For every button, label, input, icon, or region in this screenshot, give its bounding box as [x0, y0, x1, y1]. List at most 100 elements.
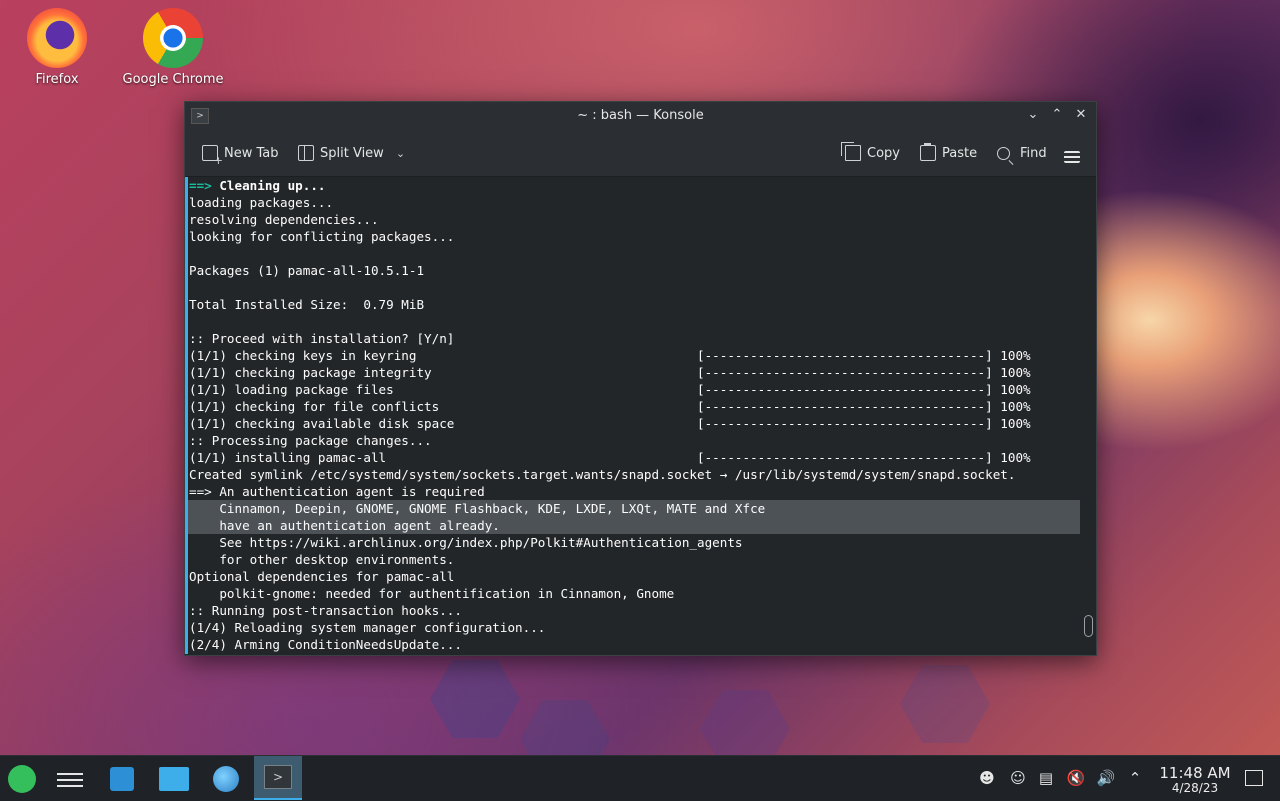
user-icon[interactable]: ☻: [977, 768, 997, 788]
terminal-line-text: resolving dependencies...: [189, 212, 379, 227]
terminal-line: Created symlink /etc/systemd/system/sock…: [188, 466, 1080, 483]
copy-button[interactable]: Copy: [841, 142, 900, 164]
terminal-line-text: (1/1) installing pamac-all [------------…: [189, 450, 1031, 465]
clipboard-icon[interactable]: ▤: [1036, 768, 1056, 788]
terminal-line: (1/1) checking for file conflicts [-----…: [188, 398, 1080, 415]
terminal-line-text: for other desktop environments.: [189, 552, 455, 567]
terminal-icon: >: [264, 765, 292, 789]
store-bag-icon: [110, 767, 134, 791]
maximize-button[interactable]: ⌃: [1048, 106, 1066, 124]
terminal-line-text: Cleaning up...: [211, 178, 326, 193]
terminal-line-text: looking for conflicting packages...: [189, 229, 455, 244]
taskbar: > ☻ ☺ ▤ 🔇 🔊 ⌃ 11:48 AM 4/28/23: [0, 755, 1280, 801]
new-tab-button[interactable]: New Tab: [202, 142, 279, 167]
terminal-line-text: Packages (1) pamac-all-10.5.1-1: [189, 263, 425, 278]
new-tab-icon: [202, 145, 223, 167]
taskbar-file-manager[interactable]: [155, 760, 193, 798]
title-bar[interactable]: > ~ : bash — Konsole ⌄ ⌃ ✕: [185, 102, 1096, 130]
terminal-line: (1/1) checking package integrity [------…: [188, 364, 1080, 381]
taskbar-konsole[interactable]: >: [254, 756, 302, 800]
terminal-line: (1/1) loading package files [-----------…: [188, 381, 1080, 398]
clock[interactable]: 11:48 AM 4/28/23: [1150, 765, 1240, 795]
terminal-output[interactable]: ==> Cleaning up... loading packages... res…: [185, 177, 1080, 654]
terminal-line: resolving dependencies...: [188, 211, 1080, 228]
terminal-line-text: See https://wiki.archlinux.org/index.php…: [189, 535, 743, 550]
terminal-line-text: (1/1) checking keys in keyring [--------…: [189, 348, 1031, 363]
desktop-icon-firefox[interactable]: Firefox: [2, 2, 112, 87]
terminal-line: ==> An authentication agent is required: [188, 483, 1080, 500]
terminal-line: (1/1) checking keys in keyring [--------…: [188, 347, 1080, 364]
paste-icon: [920, 143, 936, 161]
users-icon[interactable]: ☺: [1008, 768, 1028, 788]
taskbar-settings-manager[interactable]: [51, 760, 89, 798]
terminal-line: loading packages...: [188, 194, 1080, 211]
terminal-line: (1/4) Reloading system manager configura…: [188, 619, 1080, 636]
terminal-line-text: Total Installed Size: 0.79 MiB: [189, 297, 425, 312]
terminal-line-text: Created symlink /etc/systemd/system/sock…: [189, 467, 1016, 482]
find-button[interactable]: Find: [997, 142, 1047, 164]
terminal-line: looking for conflicting packages...: [188, 228, 1080, 245]
find-label: Find: [1020, 145, 1047, 161]
desktop-icon-label: Google Chrome: [122, 72, 224, 87]
taskbar-software-store[interactable]: [103, 760, 141, 798]
wallpaper-hex: [900, 665, 990, 743]
terminal-line-text: loading packages...: [189, 195, 334, 210]
taskbar-browser[interactable]: [207, 760, 245, 798]
copy-label: Copy: [867, 145, 900, 161]
speaker-muted-icon[interactable]: 🔇: [1066, 768, 1086, 788]
terminal-line-text: :: Proceed with installation? [Y/n]: [189, 331, 455, 346]
split-view-icon: [298, 145, 314, 161]
terminal-line-text: ==> An authentication agent is required: [189, 484, 485, 499]
terminal-line-text: (1/1) loading package files [-----------…: [189, 382, 1031, 397]
terminal-line: (2/4) Arming ConditionNeedsUpdate...: [188, 636, 1080, 653]
terminal-line: See https://wiki.archlinux.org/index.php…: [188, 534, 1080, 551]
close-button[interactable]: ✕: [1072, 106, 1090, 124]
terminal-line-text: (1/1) checking available disk space [---…: [189, 416, 1031, 431]
menu-icon: [1064, 151, 1080, 163]
scrollbar[interactable]: [1080, 177, 1096, 654]
terminal-line-text: Cinnamon, Deepin, GNOME, GNOME Flashback…: [189, 501, 766, 516]
show-desktop-button[interactable]: [1245, 770, 1263, 786]
clock-time: 11:48 AM: [1159, 764, 1231, 782]
terminal-line: for other desktop environments.: [188, 551, 1080, 568]
new-tab-label: New Tab: [224, 145, 279, 161]
hamburger-menu-button[interactable]: [1064, 146, 1080, 168]
terminal-line: :: Processing package changes...: [188, 432, 1080, 449]
paste-button[interactable]: Paste: [920, 142, 977, 164]
toolbar: New Tab Split View ⌄ Copy Paste Find: [185, 130, 1096, 177]
search-icon: [997, 146, 1010, 160]
manjaro-icon: [8, 765, 36, 793]
terminal-line: :: Proceed with installation? [Y/n]: [188, 330, 1080, 347]
terminal-line-text: Optional dependencies for pamac-all: [189, 569, 455, 584]
terminal-line-text: polkit-gnome: needed for authentificatio…: [189, 586, 675, 601]
paste-label: Paste: [942, 145, 978, 161]
terminal-line-text: (1/1) checking for file conflicts [-----…: [189, 399, 1031, 414]
split-view-label: Split View: [320, 145, 384, 161]
minimize-button[interactable]: ⌄: [1024, 106, 1042, 124]
window-title: ~ : bash — Konsole: [577, 108, 704, 123]
terminal-line: have an authentication agent already.: [188, 517, 1080, 534]
terminal-line-text: (1/1) checking package integrity [------…: [189, 365, 1031, 380]
split-view-button[interactable]: Split View ⌄: [298, 142, 405, 164]
folder-icon: [159, 767, 189, 791]
terminal-line-text: :: Processing package changes...: [189, 433, 432, 448]
terminal-line: Packages (1) pamac-all-10.5.1-1: [188, 262, 1080, 279]
scrollbar-thumb[interactable]: [1084, 615, 1093, 637]
terminal-line-text: :: Running post-transaction hooks...: [189, 603, 462, 618]
terminal-line: ==> Cleaning up...: [188, 177, 1080, 194]
terminal-line-text: have an authentication agent already.: [189, 518, 500, 533]
terminal-line-text: (2/4) Arming ConditionNeedsUpdate...: [189, 637, 462, 652]
konsole-window[interactable]: > ~ : bash — Konsole ⌄ ⌃ ✕ New Tab Split…: [184, 101, 1097, 656]
sliders-icon: [57, 769, 83, 789]
terminal-line: Optional dependencies for pamac-all: [188, 568, 1080, 585]
terminal-line: (1/1) checking available disk space [---…: [188, 415, 1080, 432]
application-launcher[interactable]: [3, 760, 41, 798]
chevron-up-icon[interactable]: ⌃: [1125, 768, 1145, 788]
desktop-icon-chrome[interactable]: Google Chrome: [118, 2, 228, 87]
chevron-down-icon: ⌄: [395, 146, 406, 160]
speaker-icon[interactable]: 🔊: [1096, 768, 1116, 788]
terminal-line: :: Running post-transaction hooks...: [188, 602, 1080, 619]
